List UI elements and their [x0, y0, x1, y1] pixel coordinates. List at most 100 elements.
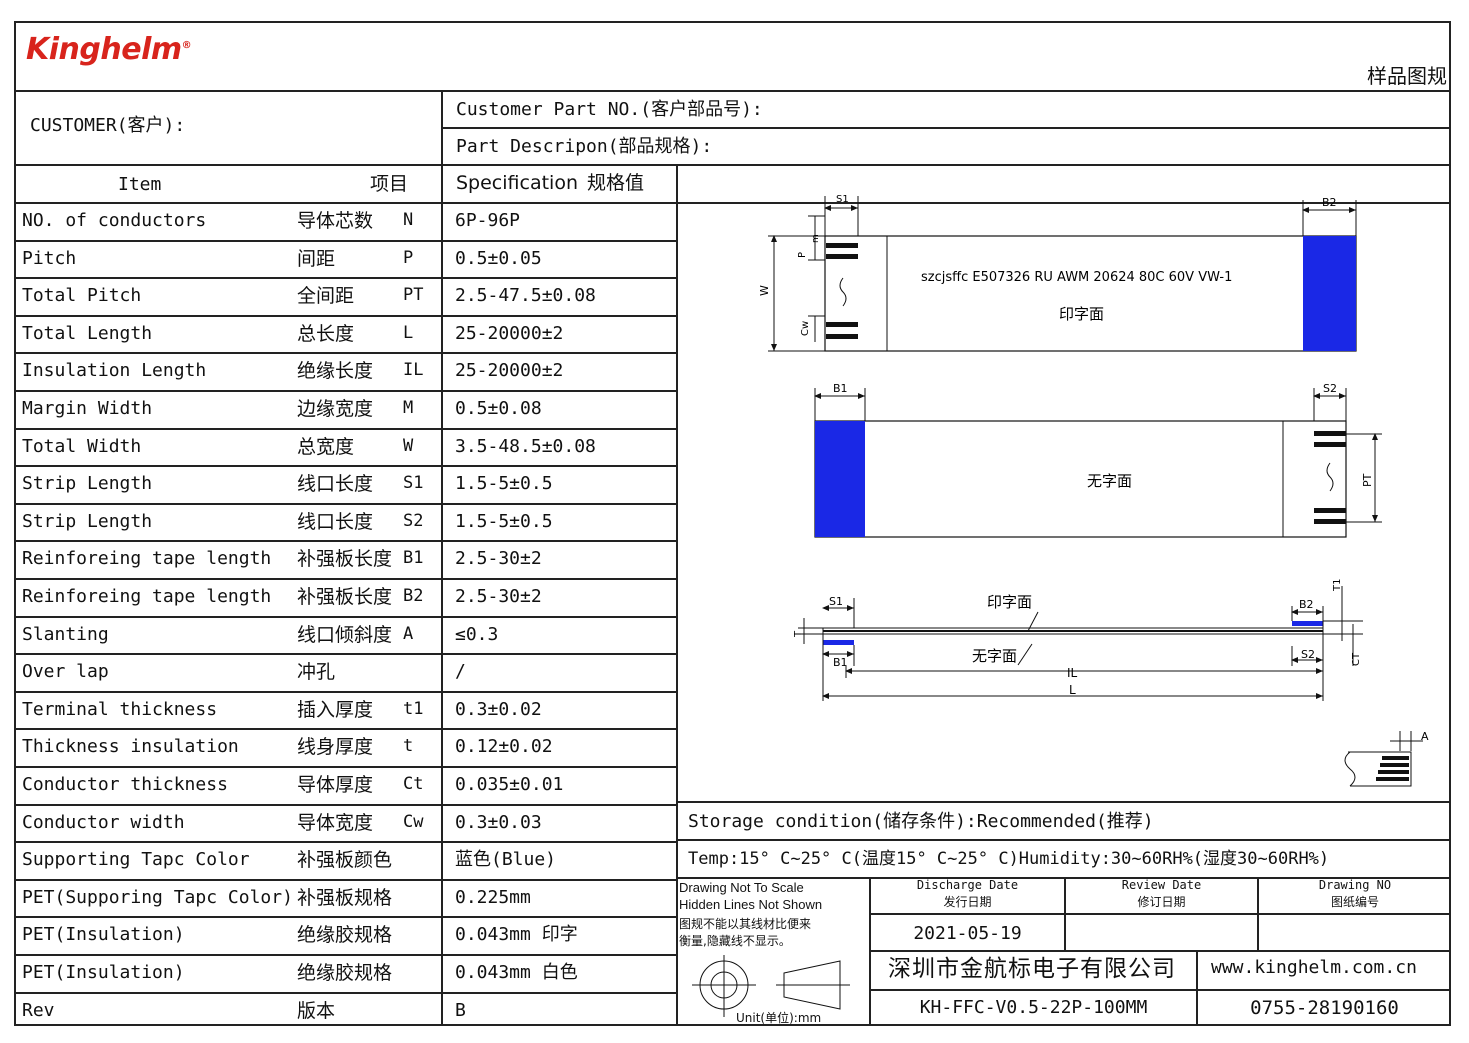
- part-number: KH-FFC-V0.5-22P-100MM: [919, 997, 1148, 1018]
- storage-condition: Storage condition(储存条件):Recommended(推荐): [688, 811, 1154, 832]
- drawing-no-label-cn: 图纸编号: [1330, 895, 1379, 909]
- spec-value: 0.225mm: [455, 887, 531, 908]
- b2-side-label: B2: [1299, 598, 1314, 611]
- column-spec-cn-header: 规格值: [587, 172, 645, 194]
- table-row-line: [14, 653, 676, 655]
- discharge-date: 2021-05-19: [913, 923, 1022, 944]
- table-row-line: [14, 879, 676, 881]
- blank-side-label-side: 无字面: [972, 647, 1017, 665]
- review-label-en: Review Date: [1121, 878, 1202, 892]
- table-row-line: [14, 578, 676, 580]
- table-row-line: [14, 240, 676, 242]
- print-text: szcjsffc E507326 RU AWM 20624 80C 60V VW…: [921, 270, 1232, 285]
- table-row-line: [14, 916, 676, 918]
- customer-label: CUSTOMER(客户):: [30, 115, 186, 136]
- spec-symbol: P: [403, 248, 414, 268]
- spec-value: 0.035±0.01: [455, 774, 564, 795]
- phone-number: 0755-28190160: [1250, 997, 1399, 1019]
- spec-value: 0.043mm 印字: [455, 924, 578, 945]
- spec-item-cn: 边缘宽度: [297, 398, 374, 420]
- note-hidden-lines: Hidden Lines Not Shown: [679, 897, 823, 912]
- header-row-divider: [442, 127, 1451, 129]
- spec-value: 2.5-47.5±0.08: [455, 285, 596, 306]
- spec-symbol: B2: [403, 586, 424, 606]
- company-name: 深圳市金航标电子有限公司: [888, 956, 1176, 982]
- spec-symbol: S1: [403, 473, 424, 493]
- t1-label: T1: [1332, 579, 1343, 592]
- header-divider: [14, 90, 1451, 92]
- unit-label: Unit(单位):mm: [736, 1011, 822, 1025]
- spec-item-en: Reinforeing tape length: [22, 586, 272, 607]
- table-row-line: [14, 992, 676, 994]
- spec-item-en: Insulation Length: [22, 360, 207, 381]
- table-row-line: [14, 766, 676, 768]
- reinforcement-tape-b1: [815, 421, 865, 537]
- spec-value: 0.5±0.05: [455, 248, 542, 269]
- note-not-to-scale: Drawing Not To Scale: [679, 880, 804, 895]
- spec-symbol: Cw: [403, 812, 424, 832]
- spec-item-en: Total Width: [22, 436, 142, 457]
- drawing-no-label-en: Drawing NO: [1318, 878, 1392, 892]
- spec-item-en: Supporting Tapc Color: [22, 849, 250, 870]
- spec-item-cn: 全间距: [297, 285, 355, 307]
- spec-item-en: Rev: [22, 1000, 55, 1021]
- spec-value: 2.5-30±2: [455, 586, 542, 607]
- spec-value: 1.5-5±0.5: [455, 473, 553, 494]
- spec-item-en: PET(Supporing Tapc Color): [22, 887, 293, 908]
- bottom-view: B1 S2 PT 无字面: [814, 382, 1382, 538]
- s2-side-label: S2: [1301, 648, 1315, 661]
- spec-value: 0.12±0.02: [455, 736, 553, 757]
- spec-item-en: Reinforeing tape length: [22, 548, 272, 569]
- spec-item-cn: 绝缘胶规格: [297, 962, 393, 984]
- spec-value: 0.5±0.08: [455, 398, 542, 419]
- spec-value: /: [455, 661, 466, 682]
- column-spec-header: Specification: [456, 172, 578, 194]
- il-label: IL: [1067, 666, 1078, 680]
- side-tape-b1: [823, 640, 854, 645]
- b2-label: B2: [1322, 196, 1337, 209]
- spec-symbol: t: [403, 736, 414, 756]
- spec-value: 25-20000±2: [455, 360, 564, 381]
- blank-side-label: 无字面: [1087, 472, 1132, 490]
- spec-symbol: M: [403, 398, 414, 418]
- spec-value: 0.3±0.03: [455, 812, 542, 833]
- table-divider-main: [441, 90, 443, 1026]
- spec-item-en: Pitch: [22, 248, 77, 269]
- title-block-line-3: [869, 989, 1451, 991]
- spec-item-cn: 总长度: [297, 323, 355, 345]
- b1-label: B1: [833, 382, 848, 395]
- spec-symbol: N: [403, 210, 414, 230]
- l-label: L: [1069, 683, 1076, 697]
- spec-item-cn: 总宽度: [297, 436, 355, 458]
- table-row-line: [14, 616, 676, 618]
- storage-top-line: [676, 801, 1451, 803]
- spec-item-en: Conductor thickness: [22, 774, 228, 795]
- spec-symbol: Ct: [403, 774, 424, 794]
- spec-symbol: A: [403, 624, 414, 644]
- column-item-cn-header: 项目: [370, 173, 409, 195]
- table-row-line: [14, 503, 676, 505]
- spec-value: 2.5-30±2: [455, 548, 542, 569]
- table-row-line: [14, 315, 676, 317]
- table-row-line: [14, 428, 676, 430]
- s1-side-label: S1: [829, 595, 843, 608]
- table-row-line: [14, 277, 676, 279]
- spec-item-cn: 补强板颜色: [297, 849, 393, 871]
- table-row-line: [14, 352, 676, 354]
- spec-value: 25-20000±2: [455, 323, 564, 344]
- customer-part-label: Customer Part NO.(客户部品号):: [456, 99, 763, 120]
- discharge-label-cn: 发行日期: [943, 895, 992, 909]
- a-label: A: [1421, 730, 1429, 743]
- spec-item-cn: 导体厚度: [297, 774, 374, 796]
- spec-symbol: PT: [403, 285, 424, 305]
- table-row-line: [14, 954, 676, 956]
- reinforcement-tape-b2: [1303, 236, 1356, 351]
- spec-item-cn: 补强板长度: [297, 548, 393, 570]
- spec-item-cn: 线口长度: [297, 511, 374, 533]
- spec-item-en: NO. of conductors: [22, 210, 207, 231]
- spec-symbol: W: [403, 436, 414, 456]
- company-website: www.kinghelm.com.cn: [1211, 957, 1417, 978]
- spec-item-cn: 线身厚度: [297, 736, 374, 758]
- spec-value: 0.043mm 白色: [455, 962, 578, 983]
- kinghelm-logo: Kinghelm®: [26, 32, 192, 67]
